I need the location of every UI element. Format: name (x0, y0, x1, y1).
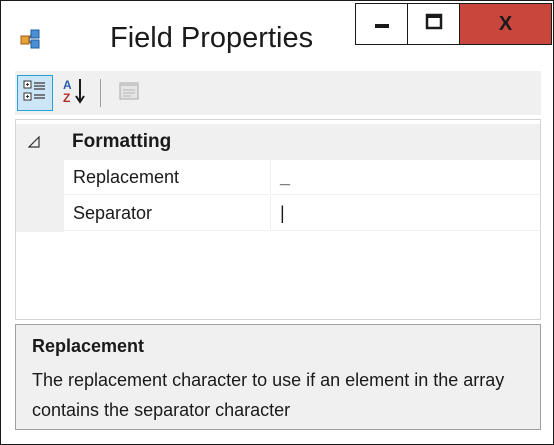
svg-text:A: A (63, 78, 72, 92)
minimize-icon (372, 12, 392, 37)
property-row-replacement[interactable]: Replacement _ (16, 160, 540, 196)
svg-text:Z: Z (63, 91, 70, 105)
property-value[interactable]: _ (270, 160, 540, 195)
collapse-triangle-icon[interactable] (27, 135, 40, 148)
property-name[interactable]: Replacement (64, 160, 269, 195)
categorized-icon (23, 79, 47, 108)
property-pages-icon (117, 79, 141, 108)
title-bar[interactable]: Field Properties X (2, 2, 552, 72)
description-panel: Replacement The replacement character to… (15, 324, 541, 430)
category-row-formatting[interactable]: Formatting (16, 124, 540, 160)
description-title: Replacement (32, 336, 145, 356)
app-icon[interactable] (20, 28, 42, 50)
maximize-button[interactable] (407, 3, 459, 45)
close-button[interactable]: X (459, 3, 552, 45)
property-value[interactable]: | (270, 196, 540, 231)
caption-buttons: X (355, 3, 552, 45)
property-grid: Formatting Replacement _ Separator | (15, 119, 541, 320)
description-text: The replacement character to use if an e… (32, 370, 505, 420)
window-title: Field Properties (110, 22, 314, 54)
minimize-button[interactable] (355, 3, 407, 45)
property-grid-toolbar: A Z (15, 71, 541, 115)
row-gutter (16, 160, 64, 196)
property-row-separator[interactable]: Separator | (16, 196, 540, 232)
toolbar-separator (100, 79, 101, 107)
close-icon: X (498, 12, 513, 35)
alphabetical-button[interactable]: A Z (57, 75, 93, 111)
field-properties-window: Field Properties X A Z Formatting Replac… (0, 0, 554, 445)
maximize-icon (424, 12, 444, 37)
property-name[interactable]: Separator (64, 196, 269, 231)
categorized-button[interactable] (17, 75, 53, 111)
category-label: Formatting (72, 131, 172, 152)
sort-alphabetical-icon: A Z (62, 77, 88, 110)
property-pages-button[interactable] (111, 75, 147, 111)
row-gutter (16, 196, 64, 232)
